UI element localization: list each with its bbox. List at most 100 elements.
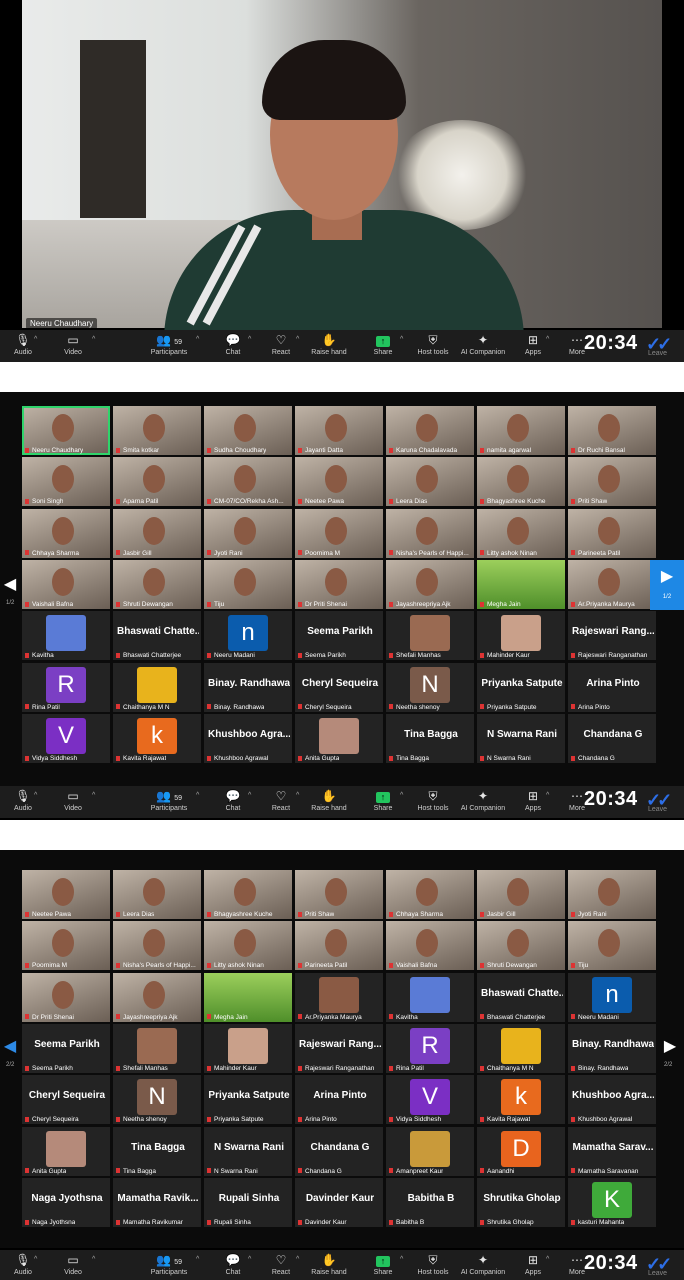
video-button[interactable]: ▭ Video	[50, 1252, 96, 1277]
participant-tile[interactable]: Khushboo Agra... Khushboo Agrawal	[204, 713, 292, 763]
share-options-caret[interactable]: ^	[400, 792, 403, 799]
participant-tile[interactable]: Vaishali Bafna	[22, 559, 110, 609]
participant-tile[interactable]: k Kavita Rajawat	[113, 713, 201, 763]
leave-label[interactable]: Leave	[648, 350, 667, 357]
participant-tile[interactable]: namita agarwal	[477, 406, 565, 455]
participant-tile[interactable]: Aparna Patil	[113, 457, 201, 507]
participant-tile[interactable]: Poornima M	[22, 921, 110, 971]
participant-tile[interactable]: Kavitha	[386, 972, 474, 1022]
apps-options-caret[interactable]: ^	[546, 792, 549, 799]
video-button[interactable]: ▭ Video	[50, 332, 96, 357]
participant-tile[interactable]: Seema Parikh Seema Parikh	[295, 611, 383, 661]
participant-tile[interactable]: Rajeswari Rang... Rajeswari Ranganathan	[295, 1023, 383, 1073]
participant-tile[interactable]: Arina Pinto Arina Pinto	[295, 1075, 383, 1125]
participant-tile[interactable]: Jyoti Rani	[204, 508, 292, 558]
participant-tile[interactable]: Priti Shaw	[568, 457, 656, 507]
next-page-button[interactable]: ▶ 1/2	[650, 560, 684, 610]
participant-tile[interactable]: Shefali Manhas	[113, 1023, 201, 1073]
participant-tile[interactable]: Amanpreet Kaur	[386, 1126, 474, 1176]
participant-tile[interactable]: Litty ashok Ninan	[204, 921, 292, 971]
participant-tile[interactable]: Kavitha	[22, 611, 110, 661]
host-tools-button[interactable]: ⛨ Host tools	[410, 1252, 456, 1277]
participant-tile[interactable]: Babitha B Babitha B	[386, 1177, 474, 1227]
participant-tile[interactable]: Shruti Dewangan	[113, 559, 201, 609]
audio-options-caret[interactable]: ^	[34, 1256, 37, 1263]
next-page-arrow[interactable]: ▶	[660, 1036, 680, 1056]
participant-tile[interactable]: Khushboo Agra... Khushboo Agrawal	[568, 1075, 656, 1125]
participant-tile[interactable]: Shefali Manhas	[386, 611, 474, 661]
participant-tile[interactable]: Priyanka Satpute Priyanka Satpute	[477, 662, 565, 712]
participant-tile[interactable]: Cheryl Sequeira Cheryl Sequeira	[295, 662, 383, 712]
participant-tile[interactable]: V Vidya Siddhesh	[386, 1075, 474, 1125]
participant-tile[interactable]: Kkasturi Mahanta	[568, 1177, 656, 1227]
participant-tile[interactable]: V Vidya Siddhesh	[22, 713, 110, 763]
participant-tile[interactable]: Poornima M	[295, 508, 383, 558]
participant-tile[interactable]: Rupali Sinha Rupali Sinha	[204, 1177, 292, 1227]
participant-tile[interactable]: Bhagyashree Kuche	[204, 870, 292, 919]
participant-tile[interactable]: N Neetha shenoy	[113, 1075, 201, 1125]
participant-tile[interactable]: CM-07/CO/Rekha Ash...	[204, 457, 292, 507]
participant-tile[interactable]: Chandana G Chandana G	[295, 1126, 383, 1176]
participant-tile[interactable]: Dr Priti Shenai	[22, 972, 110, 1022]
participant-tile[interactable]: Jayanti Datta	[295, 406, 383, 455]
video-options-caret[interactable]: ^	[92, 792, 95, 799]
react-options-caret[interactable]: ^	[296, 336, 299, 343]
participant-tile[interactable]: Priti Shaw	[295, 870, 383, 919]
participant-tile[interactable]: Bhaswati Chatte... Bhaswati Chatterjee	[477, 972, 565, 1022]
participant-tile[interactable]: Dr Ruchi Bansal	[568, 406, 656, 455]
participant-tile[interactable]: Litty ashok Ninan	[477, 508, 565, 558]
participants-button[interactable]: 👥 59 Participants	[146, 332, 192, 357]
participant-tile[interactable]: Megha Jain	[477, 559, 565, 609]
participant-tile[interactable]: Tina Bagga Tina Bagga	[386, 713, 474, 763]
participant-tile[interactable]: Chhaya Sharma	[386, 870, 474, 919]
participant-tile[interactable]: Soni Singh	[22, 457, 110, 507]
video-options-caret[interactable]: ^	[92, 336, 95, 343]
participant-tile[interactable]: Chaithanya M N	[477, 1023, 565, 1073]
raise-hand-button[interactable]: ✋ Raise hand	[306, 788, 352, 813]
participant-tile[interactable]: Seema Parikh Seema Parikh	[22, 1023, 110, 1073]
participant-tile[interactable]: Megha Jain	[204, 972, 292, 1022]
participant-tile[interactable]: Jayashreepriya Ajk	[113, 972, 201, 1022]
apps-options-caret[interactable]: ^	[546, 1256, 549, 1263]
participants-options-caret[interactable]: ^	[196, 792, 199, 799]
participants-button[interactable]: 👥 59 Participants	[146, 1252, 192, 1277]
chat-options-caret[interactable]: ^	[248, 1256, 251, 1263]
participant-tile[interactable]: Nisha's Pearls of Happi...	[113, 921, 201, 971]
ai-companion-button[interactable]: ✦ AI Companion	[460, 332, 506, 357]
participant-tile[interactable]: Nisha's Pearls of Happi...	[386, 508, 474, 558]
participant-tile[interactable]: Bhagyashree Kuche	[477, 457, 565, 507]
participant-tile[interactable]: Neetee Pawa	[295, 457, 383, 507]
prev-page-arrow[interactable]: ◀	[0, 574, 20, 594]
participant-tile[interactable]: Binay. Randhawa Binay. Randhawa	[568, 1023, 656, 1073]
apps-options-caret[interactable]: ^	[546, 336, 549, 343]
participant-tile[interactable]: D Aanandhi	[477, 1126, 565, 1176]
host-tools-button[interactable]: ⛨ Host tools	[410, 332, 456, 357]
audio-button[interactable]: 🎙 Audio	[0, 332, 46, 357]
raise-hand-button[interactable]: ✋ Raise hand	[306, 1252, 352, 1277]
audio-options-caret[interactable]: ^	[34, 336, 37, 343]
participant-tile[interactable]: N Swarna Rani N Swarna Rani	[477, 713, 565, 763]
participant-tile[interactable]: Neeru Chaudhary	[22, 406, 110, 455]
audio-button[interactable]: 🎙 Audio	[0, 788, 46, 813]
video-button[interactable]: ▭ Video	[50, 788, 96, 813]
participant-tile[interactable]: n Neeru Madani	[204, 611, 292, 661]
participant-tile[interactable]: Mahinder Kaur	[204, 1023, 292, 1073]
participant-tile[interactable]: k Kavita Rajawat	[477, 1075, 565, 1125]
participant-tile[interactable]: Tiju	[568, 921, 656, 971]
participants-button[interactable]: 👥 59 Participants	[146, 788, 192, 813]
participant-tile[interactable]: Vaishali Bafna	[386, 921, 474, 971]
participant-tile[interactable]: Shrutika Gholap Shrutika Gholap	[477, 1177, 565, 1227]
participant-tile[interactable]: Neetee Pawa	[22, 870, 110, 919]
participant-tile[interactable]: Jayashreepriya Ajk	[386, 559, 474, 609]
ai-companion-button[interactable]: ✦ AI Companion	[460, 788, 506, 813]
participant-tile[interactable]: Tina Bagga Tina Bagga	[113, 1126, 201, 1176]
participant-tile[interactable]: Ar.Priyanka Maurya	[295, 972, 383, 1022]
audio-options-caret[interactable]: ^	[34, 792, 37, 799]
share-options-caret[interactable]: ^	[400, 1256, 403, 1263]
participant-tile[interactable]: Priyanka Satpute Priyanka Satpute	[204, 1075, 292, 1125]
participant-tile[interactable]: Bhaswati Chatte... Bhaswati Chatterjee	[113, 611, 201, 661]
participant-tile[interactable]: N Neetha shenoy	[386, 662, 474, 712]
participant-tile[interactable]: Sudha Choudhary	[204, 406, 292, 455]
participant-tile[interactable]: Mamatha Sarav... Mamatha Saravanan	[568, 1126, 656, 1176]
participant-tile[interactable]: Leera Dias	[386, 457, 474, 507]
